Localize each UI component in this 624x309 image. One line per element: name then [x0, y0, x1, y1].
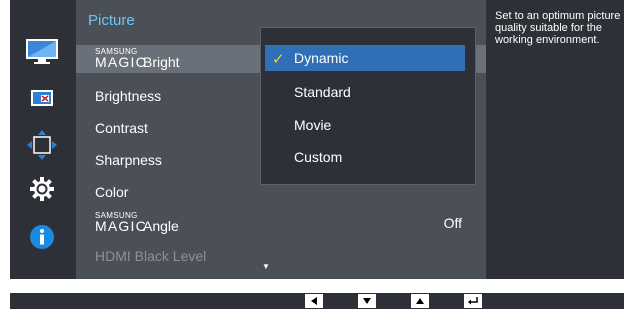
enter-icon[interactable] — [464, 294, 482, 308]
menu-item-hdmi-black-level: HDMI Black Level — [76, 242, 486, 270]
magic-bright-dropdown: ✓ Dynamic Standard Movie Custom — [260, 27, 476, 185]
menu-item-value: Off — [443, 215, 462, 231]
menu-title: Picture — [88, 12, 135, 29]
menu-item-label: Sharpness — [95, 152, 162, 168]
menu-item-label: Brightness — [95, 88, 162, 104]
down-arrow-icon[interactable] — [358, 294, 376, 308]
option-standard[interactable]: Standard — [265, 79, 465, 105]
menu-item-label: HDMI Black Level — [95, 248, 207, 264]
option-label: Custom — [294, 149, 343, 165]
checkmark-icon: ✓ — [272, 51, 285, 68]
menu-item-label: Color — [95, 184, 129, 200]
scroll-down-icon[interactable]: ▼ — [262, 262, 270, 271]
up-arrow-icon[interactable] — [411, 294, 429, 308]
osd-icon-column — [10, 0, 74, 279]
menu-item-label: Bright — [143, 54, 180, 70]
option-custom[interactable]: Custom — [265, 144, 465, 170]
magic-brand-text: MAGIC — [95, 218, 147, 234]
help-panel: Set to an optimum picture quality suitab… — [487, 0, 624, 279]
left-arrow-icon[interactable] — [305, 294, 323, 308]
option-label: Dynamic — [294, 50, 349, 66]
resize-arrows-icon[interactable] — [10, 128, 74, 162]
menu-item-label: Contrast — [95, 120, 148, 136]
settings-gear-icon[interactable] — [10, 174, 74, 204]
magic-brand-text: MAGIC — [95, 54, 147, 70]
option-dynamic[interactable]: ✓ Dynamic — [265, 45, 465, 71]
option-label: Standard — [294, 84, 351, 100]
info-icon[interactable] — [10, 222, 74, 252]
monitor-icon[interactable] — [10, 36, 74, 68]
menu-item-label: Angle — [143, 218, 179, 234]
option-movie[interactable]: Movie — [265, 112, 465, 138]
option-label: Movie — [294, 117, 332, 133]
menu-item-magic-angle[interactable]: SAMSUNG MAGIC Angle Off — [76, 209, 486, 237]
help-text: Set to an optimum picture quality suitab… — [495, 10, 621, 46]
color-picture-icon[interactable] — [10, 86, 74, 110]
